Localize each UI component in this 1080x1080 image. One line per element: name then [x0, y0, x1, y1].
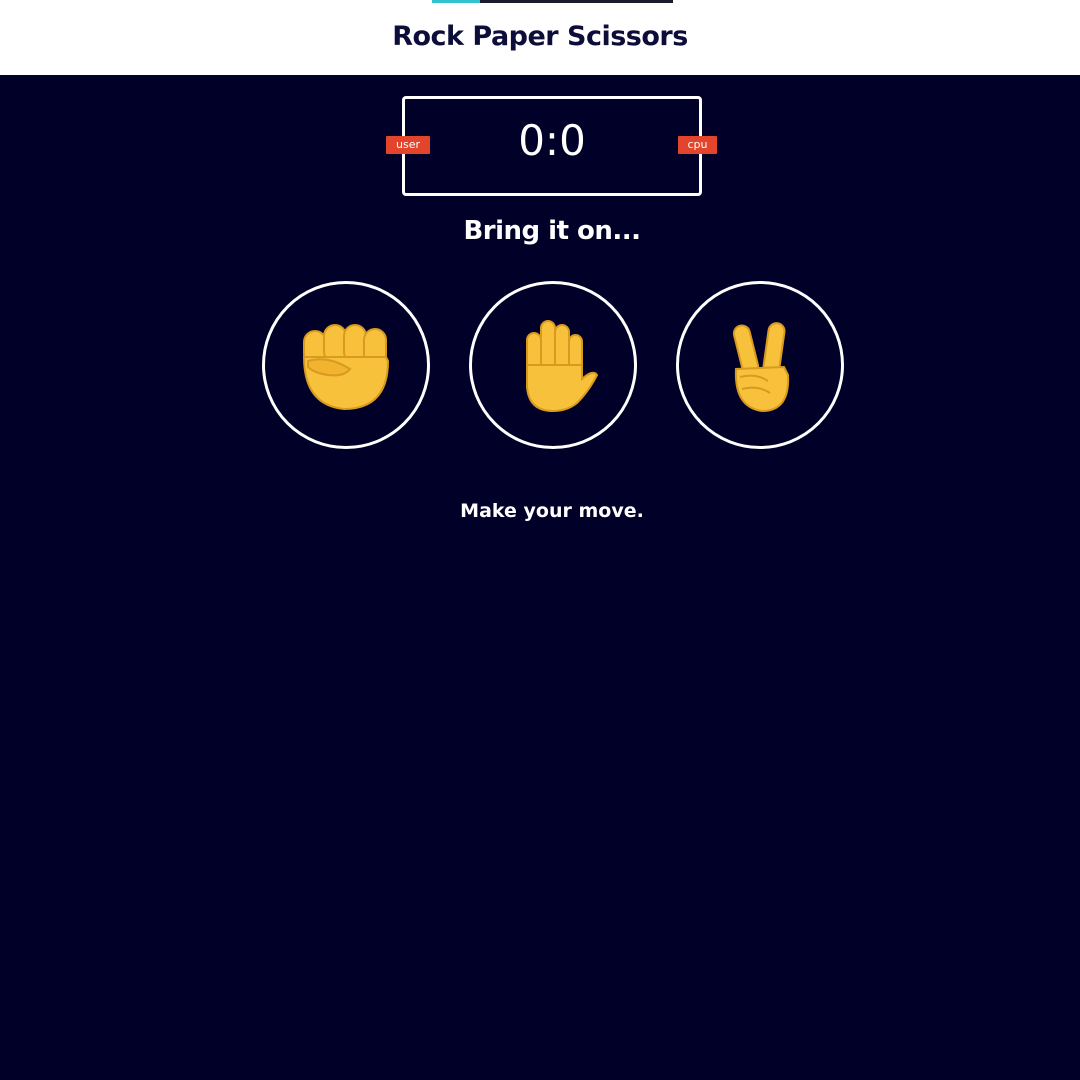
page-title: Rock Paper Scissors	[392, 21, 688, 52]
user-badge: user	[386, 136, 430, 154]
cpu-badge: cpu	[678, 136, 717, 154]
raised-fist-icon	[302, 324, 390, 411]
header-accent-line	[432, 0, 480, 3]
rock-button[interactable]	[262, 281, 430, 449]
scissors-button[interactable]	[676, 281, 844, 449]
victory-hand-icon	[732, 322, 790, 413]
score-display: 0:0	[518, 116, 586, 165]
status-message: Make your move.	[460, 500, 644, 522]
paper-button[interactable]	[469, 281, 637, 449]
header-bar: Rock Paper Scissors	[0, 0, 1080, 75]
raised-hand-icon	[526, 320, 599, 413]
result-heading: Bring it on...	[463, 216, 641, 246]
